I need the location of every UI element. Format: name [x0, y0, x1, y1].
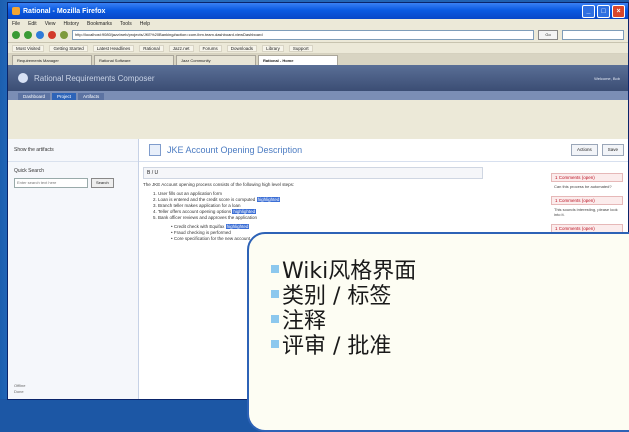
comment-body: This sounds interesting, please look int…: [554, 206, 618, 218]
comment-header[interactable]: 1 Comments (open): [551, 173, 623, 182]
tab-project[interactable]: Project: [52, 93, 77, 100]
browser-tab-active[interactable]: Rational - Home: [258, 55, 338, 65]
callout-bullet: 评审 / 批准: [271, 331, 629, 359]
highlight: highlighted: [232, 209, 257, 214]
bullet-square-icon: [271, 339, 279, 348]
left-panel: Show the artifacts Quick Search Enter se…: [8, 139, 139, 399]
bullet-text: 评审 / 批准: [282, 333, 392, 359]
bookmark-item[interactable]: Support: [288, 44, 313, 52]
bookmark-item[interactable]: Latest Headlines: [92, 44, 135, 52]
forward-icon[interactable]: [24, 31, 32, 39]
user-greeting: Welcome, Bob: [594, 75, 620, 81]
bullet-square-icon: [271, 314, 279, 323]
app-tab-bar: Dashboard Project Artifacts: [8, 91, 628, 100]
search-button[interactable]: Search: [91, 178, 114, 188]
page-title: JKE Account Opening Description: [167, 145, 303, 155]
maximize-button[interactable]: □: [597, 4, 610, 18]
go-button[interactable]: Go: [538, 30, 558, 40]
bullet-square-icon: [271, 289, 279, 298]
tab-dashboard[interactable]: Dashboard: [18, 93, 51, 100]
app-title: Rational Requirements Composer: [34, 73, 155, 83]
url-bar[interactable]: http://localhost:9080/jazz/web/projects/…: [72, 30, 534, 40]
document-icon: [149, 144, 161, 156]
quick-search-label: Quick Search: [14, 168, 45, 174]
stop-icon[interactable]: [48, 31, 56, 39]
status-area: Offline Done: [14, 383, 26, 395]
bookmark-item[interactable]: Jazz.net: [168, 44, 194, 52]
bookmark-item[interactable]: Downloads: [226, 44, 258, 52]
page-title-bar: JKE Account Opening Description Actions …: [139, 139, 628, 162]
status-text: Done: [14, 389, 24, 394]
save-button[interactable]: Save: [601, 144, 624, 156]
menu-tools[interactable]: Tools: [120, 21, 132, 27]
highlight: highlighted: [225, 224, 250, 229]
bookmark-item[interactable]: Library: [262, 44, 284, 52]
reload-icon[interactable]: [36, 31, 44, 39]
comment-body: Can this process be automated?: [554, 184, 612, 189]
list-item: 5. Bank officer reviews and approves the…: [153, 215, 257, 220]
window-titlebar: Rational - Mozilla Firefox _ □ ×: [8, 3, 628, 19]
menu-view[interactable]: View: [45, 21, 56, 27]
bullet-square-icon: [271, 264, 279, 273]
nav-toolbar: http://localhost:9080/jazz/web/projects/…: [8, 28, 628, 43]
close-button[interactable]: ×: [612, 4, 625, 18]
menu-bar: File Edit View History Bookmarks Tools H…: [8, 19, 628, 28]
menu-file[interactable]: File: [12, 21, 20, 27]
editor-list: 1. User fills out an application form 2.…: [153, 191, 483, 221]
app-header: Rational Requirements Composer Welcome, …: [8, 65, 628, 91]
tab-artifacts[interactable]: Artifacts: [78, 93, 105, 100]
bookmark-item[interactable]: Forums: [198, 44, 222, 52]
browser-tab-strip: Requirements Manager Rational Software J…: [8, 54, 628, 65]
quick-search-input[interactable]: Enter search text here: [14, 178, 88, 188]
comment-header[interactable]: 1 Comments (open): [551, 195, 623, 205]
left-panel-header[interactable]: Show the artifacts: [8, 139, 138, 162]
menu-bookmarks[interactable]: Bookmarks: [87, 21, 112, 27]
bookmarks-toolbar: Most Visited Getting Started Latest Head…: [8, 43, 628, 54]
bookmark-item[interactable]: Most Visited: [12, 44, 45, 52]
editor-intro: The JKE Account opening process consists…: [143, 182, 295, 187]
bookmark-item[interactable]: Getting Started: [49, 44, 88, 52]
menu-history[interactable]: History: [63, 21, 79, 27]
home-icon[interactable]: [60, 31, 68, 39]
back-icon[interactable]: [12, 31, 20, 39]
firefox-icon: [12, 7, 20, 15]
editor-toolbar[interactable]: B / U: [143, 167, 483, 179]
browser-tab[interactable]: Requirements Manager: [12, 55, 92, 65]
feature-callout: Wiki风格界面 类别 / 标签 注释 评审 / 批准: [247, 232, 629, 432]
minimize-button[interactable]: _: [582, 4, 595, 18]
actions-button[interactable]: Actions: [570, 144, 598, 156]
browser-tab[interactable]: Rational Software: [94, 55, 174, 65]
search-box[interactable]: [562, 30, 624, 40]
highlight: highlighted: [256, 197, 281, 202]
menu-help[interactable]: Help: [140, 21, 150, 27]
menu-edit[interactable]: Edit: [28, 21, 37, 27]
window-title: Rational - Mozilla Firefox: [23, 7, 106, 15]
app-logo-icon: [18, 73, 28, 83]
browser-tab[interactable]: Jazz Community: [176, 55, 256, 65]
bookmark-item[interactable]: Rational: [139, 44, 164, 52]
